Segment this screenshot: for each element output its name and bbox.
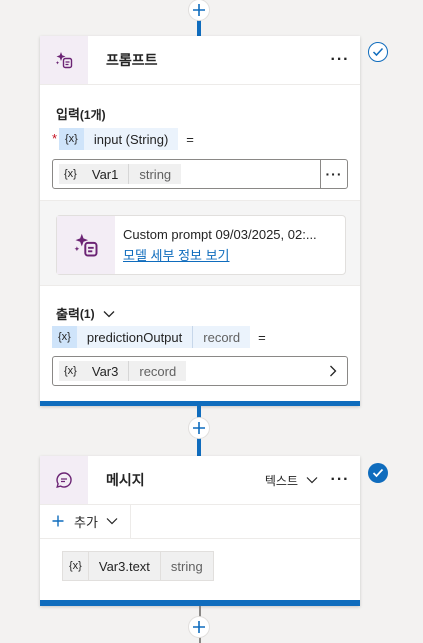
prompt-icon bbox=[57, 216, 115, 274]
message-node-header: 메시지 텍스트 ··· bbox=[40, 456, 360, 505]
input-value-more-button[interactable]: ··· bbox=[320, 160, 347, 188]
message-variable-type: string bbox=[170, 558, 203, 574]
input-value-field[interactable]: {x} Var1 string ··· bbox=[52, 159, 348, 189]
variable-badge: {x} bbox=[59, 164, 82, 184]
chevron-down-icon bbox=[103, 310, 115, 317]
output-value-name: Var3 bbox=[81, 361, 129, 381]
output-count: (1) bbox=[79, 306, 95, 321]
add-node-button-middle[interactable] bbox=[188, 417, 210, 439]
custom-prompt-title: Custom prompt 09/03/2025, 02:... bbox=[123, 226, 317, 242]
required-marker: * bbox=[52, 131, 58, 146]
add-node-button-bottom[interactable] bbox=[188, 616, 210, 638]
prompt-node-title: 프롬프트 bbox=[106, 52, 158, 68]
message-node-card[interactable]: 메시지 텍스트 ··· 추가 {x} Var3.text string bbox=[40, 456, 360, 606]
add-content-button[interactable]: 추가 bbox=[40, 504, 131, 538]
output-param-type: record bbox=[192, 326, 251, 348]
chevron-down-icon bbox=[106, 518, 118, 525]
message-variable-name: Var3.text bbox=[89, 552, 161, 580]
message-type-label: 텍스트 bbox=[264, 473, 298, 488]
output-value-type: record bbox=[128, 361, 187, 381]
chevron-down-icon bbox=[306, 477, 318, 484]
chevron-right-icon[interactable] bbox=[329, 365, 337, 377]
message-variable-chip[interactable]: {x} Var3.text string bbox=[62, 551, 214, 581]
output-value-field[interactable]: {x} Var3 record bbox=[52, 356, 348, 386]
input-label-text: 입력 bbox=[56, 107, 80, 122]
output-param-name: predictionOutput bbox=[76, 326, 193, 348]
message-icon bbox=[40, 456, 88, 504]
model-details-link[interactable]: 모델 세부 정보 보기 bbox=[123, 245, 317, 264]
output-section-label[interactable]: 출력 (1) bbox=[56, 304, 115, 323]
variable-badge: {x} bbox=[59, 128, 84, 150]
plus-icon bbox=[193, 4, 205, 16]
prompt-icon bbox=[40, 36, 88, 84]
input-param-name: input (String) bbox=[83, 128, 179, 150]
message-type-selector[interactable]: 텍스트 bbox=[265, 472, 318, 489]
message-node-title: 메시지 bbox=[106, 472, 145, 488]
input-value-name: Var1 bbox=[81, 164, 129, 184]
variable-badge: {x} bbox=[52, 326, 77, 348]
variable-badge: {x} bbox=[63, 552, 89, 580]
input-section-label: 입력(1개) bbox=[56, 104, 106, 123]
plus-icon bbox=[52, 515, 64, 527]
plus-icon bbox=[193, 422, 205, 434]
plus-icon bbox=[193, 621, 205, 633]
message-node-more-button[interactable]: ··· bbox=[326, 471, 354, 489]
output-label-text: 출력 bbox=[56, 307, 80, 322]
input-param-chip: {x} input (String) = bbox=[59, 128, 194, 150]
status-check-icon bbox=[368, 42, 388, 62]
add-node-button-top[interactable] bbox=[188, 0, 210, 21]
equals-sign: = bbox=[258, 329, 266, 345]
equals-sign: = bbox=[186, 131, 194, 147]
custom-prompt-panel: Custom prompt 09/03/2025, 02:... 모델 세부 정… bbox=[40, 200, 360, 286]
output-param-chip: {x} predictionOutput record = bbox=[52, 326, 266, 348]
prompt-node-card[interactable]: 프롬프트 ··· 입력(1개) * {x} input (String) = {… bbox=[40, 36, 360, 406]
add-content-label: 추가 bbox=[74, 514, 98, 530]
variable-badge: {x} bbox=[59, 361, 82, 381]
custom-prompt-card[interactable]: Custom prompt 09/03/2025, 02:... 모델 세부 정… bbox=[56, 215, 346, 275]
input-count: (1개) bbox=[79, 108, 106, 122]
status-check-icon bbox=[368, 463, 388, 483]
input-value-type: string bbox=[128, 164, 182, 184]
prompt-node-more-button[interactable]: ··· bbox=[326, 51, 354, 69]
message-toolbar: 추가 bbox=[40, 504, 360, 539]
prompt-node-header: 프롬프트 ··· bbox=[40, 36, 360, 85]
